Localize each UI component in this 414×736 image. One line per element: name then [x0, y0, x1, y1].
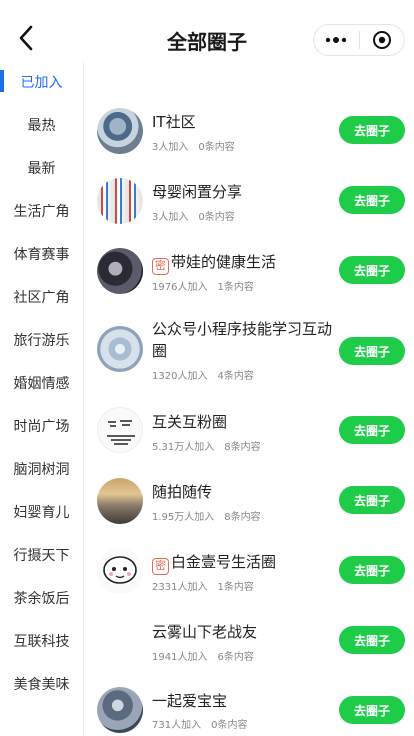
member-count: 3人加入	[152, 212, 189, 223]
circle-stats: 3人加入 0条内容	[152, 138, 235, 153]
circle-item[interactable]: 母婴闲置分享 3人加入 0条内容 去圈子	[85, 175, 414, 235]
circle-name: 互关互粉圈	[152, 413, 228, 431]
circle-item[interactable]: 随拍随传 1.95万人加入 8条内容 去圈子	[85, 475, 414, 535]
sidebar-item-food[interactable]: 美食美味	[0, 662, 83, 705]
circle-name: 密带娃的健康生活	[152, 251, 352, 275]
post-count: 1条内容	[217, 582, 254, 593]
go-to-circle-button[interactable]: 去圈子	[339, 626, 405, 654]
post-count: 4条内容	[217, 371, 254, 382]
back-button[interactable]	[12, 22, 40, 54]
circle-stats: 1941人加入 6条内容	[152, 648, 254, 663]
circle-name: 公众号小程序技能学习互动圈	[152, 320, 333, 360]
circle-name: IT社区	[152, 113, 196, 131]
target-circle-icon	[372, 31, 391, 49]
cartoon-bear-image	[103, 556, 137, 584]
private-badge: 密	[152, 557, 169, 575]
sidebar-item-fashion[interactable]: 时尚广场	[0, 404, 83, 447]
circle-item[interactable]: IT社区 3人加入 0条内容 去圈子	[85, 105, 414, 165]
circle-stats: 731人加入 0条内容	[152, 716, 247, 731]
circle-avatar	[97, 407, 143, 453]
post-count: 1条内容	[217, 282, 254, 293]
circle-avatar	[97, 478, 143, 524]
member-count: 1.95万人加入	[152, 512, 215, 523]
go-to-circle-button[interactable]: 去圈子	[339, 186, 405, 214]
mini-program-capsule	[313, 24, 405, 56]
circle-item[interactable]: 一起爱宝宝 731人加入 0条内容 去圈子	[85, 685, 414, 736]
go-to-circle-button[interactable]: 去圈子	[339, 337, 405, 365]
sidebar-item-joined[interactable]: 已加入	[0, 60, 83, 103]
circle-stats: 5.31万人加入 8条内容	[152, 438, 261, 453]
circle-name: 随拍随传	[152, 483, 213, 501]
circle-stats: 1.95万人加入 8条内容	[152, 508, 261, 523]
circle-name: 云雾山下老战友	[152, 623, 258, 641]
go-to-circle-button[interactable]: 去圈子	[339, 256, 405, 284]
sidebar-item-sports[interactable]: 体育赛事	[0, 232, 83, 275]
member-count: 1941人加入	[152, 652, 208, 663]
circle-item[interactable]: 云雾山下老战友 1941人加入 6条内容 去圈子	[85, 615, 414, 675]
circle-list: IT社区 3人加入 0条内容 去圈子 母婴闲置分享 3人加入 0条内容 去圈子 密带…	[85, 60, 414, 736]
close-button[interactable]	[359, 25, 404, 55]
circle-avatar	[97, 108, 143, 154]
circle-avatar	[97, 178, 143, 224]
more-dots-icon	[326, 37, 347, 43]
go-to-circle-button[interactable]: 去圈子	[339, 696, 405, 724]
sidebar-item-treehole[interactable]: 脑洞树洞	[0, 447, 83, 490]
sidebar-item-community[interactable]: 社区广角	[0, 275, 83, 318]
chevron-left-icon	[19, 25, 33, 51]
sidebar-item-travel[interactable]: 旅行游乐	[0, 318, 83, 361]
member-count: 2331人加入	[152, 582, 208, 593]
circle-item[interactable]: 互关互粉圈 5.31万人加入 8条内容 去圈子	[85, 405, 414, 465]
circle-avatar	[97, 326, 143, 372]
member-count: 1976人加入	[152, 282, 208, 293]
post-count: 8条内容	[224, 512, 261, 523]
sidebar-item-marriage[interactable]: 婚姻情感	[0, 361, 83, 404]
circle-avatar	[97, 248, 143, 294]
circle-name: 母婴闲置分享	[152, 183, 243, 201]
go-to-circle-button[interactable]: 去圈子	[339, 556, 405, 584]
go-to-circle-button[interactable]: 去圈子	[339, 486, 405, 514]
go-to-circle-button[interactable]: 去圈子	[339, 416, 405, 444]
private-badge: 密	[152, 257, 169, 275]
circle-stats: 1976人加入 1条内容	[152, 278, 254, 293]
sidebar-item-life[interactable]: 生活广角	[0, 189, 83, 232]
post-count: 0条内容	[198, 142, 235, 153]
sidebar-item-leisure[interactable]: 茶余饭后	[0, 576, 83, 619]
circle-stats: 2331人加入 1条内容	[152, 578, 254, 593]
post-count: 0条内容	[198, 212, 235, 223]
circle-name: 一起爱宝宝	[152, 692, 228, 710]
sticker-image	[107, 420, 135, 445]
go-to-circle-button[interactable]: 去圈子	[339, 116, 405, 144]
sidebar-item-parenting[interactable]: 妇婴育儿	[0, 490, 83, 533]
member-count: 3人加入	[152, 142, 189, 153]
post-count: 8条内容	[224, 442, 261, 453]
post-count: 0条内容	[211, 720, 248, 731]
circle-avatar	[97, 548, 143, 594]
circle-item[interactable]: 公众号小程序技能学习互动圈 1320人加入 4条内容 去圈子	[85, 315, 414, 395]
sidebar-item-photography[interactable]: 行摄天下	[0, 533, 83, 576]
circle-stats: 3人加入 0条内容	[152, 208, 235, 223]
circle-item[interactable]: 密带娃的健康生活 1976人加入 1条内容 去圈子	[85, 245, 414, 305]
member-count: 1320人加入	[152, 371, 208, 382]
circle-item[interactable]: 密白金壹号生活圈 2331人加入 1条内容 去圈子	[85, 545, 414, 605]
sidebar-item-hottest[interactable]: 最热	[0, 103, 83, 146]
member-count: 5.31万人加入	[152, 442, 215, 453]
more-button[interactable]	[314, 25, 359, 55]
circle-avatar	[97, 687, 143, 733]
post-count: 6条内容	[217, 652, 254, 663]
category-sidebar: 已加入 最热 最新 生活广角 体育赛事 社区广角 旅行游乐 婚姻情感 时尚广场 …	[0, 60, 84, 736]
circle-name: 密白金壹号生活圈	[152, 551, 352, 575]
sidebar-item-tech[interactable]: 互联科技	[0, 619, 83, 662]
sidebar-item-newest[interactable]: 最新	[0, 146, 83, 189]
member-count: 731人加入	[152, 720, 202, 731]
circle-stats: 1320人加入 4条内容	[152, 367, 254, 382]
